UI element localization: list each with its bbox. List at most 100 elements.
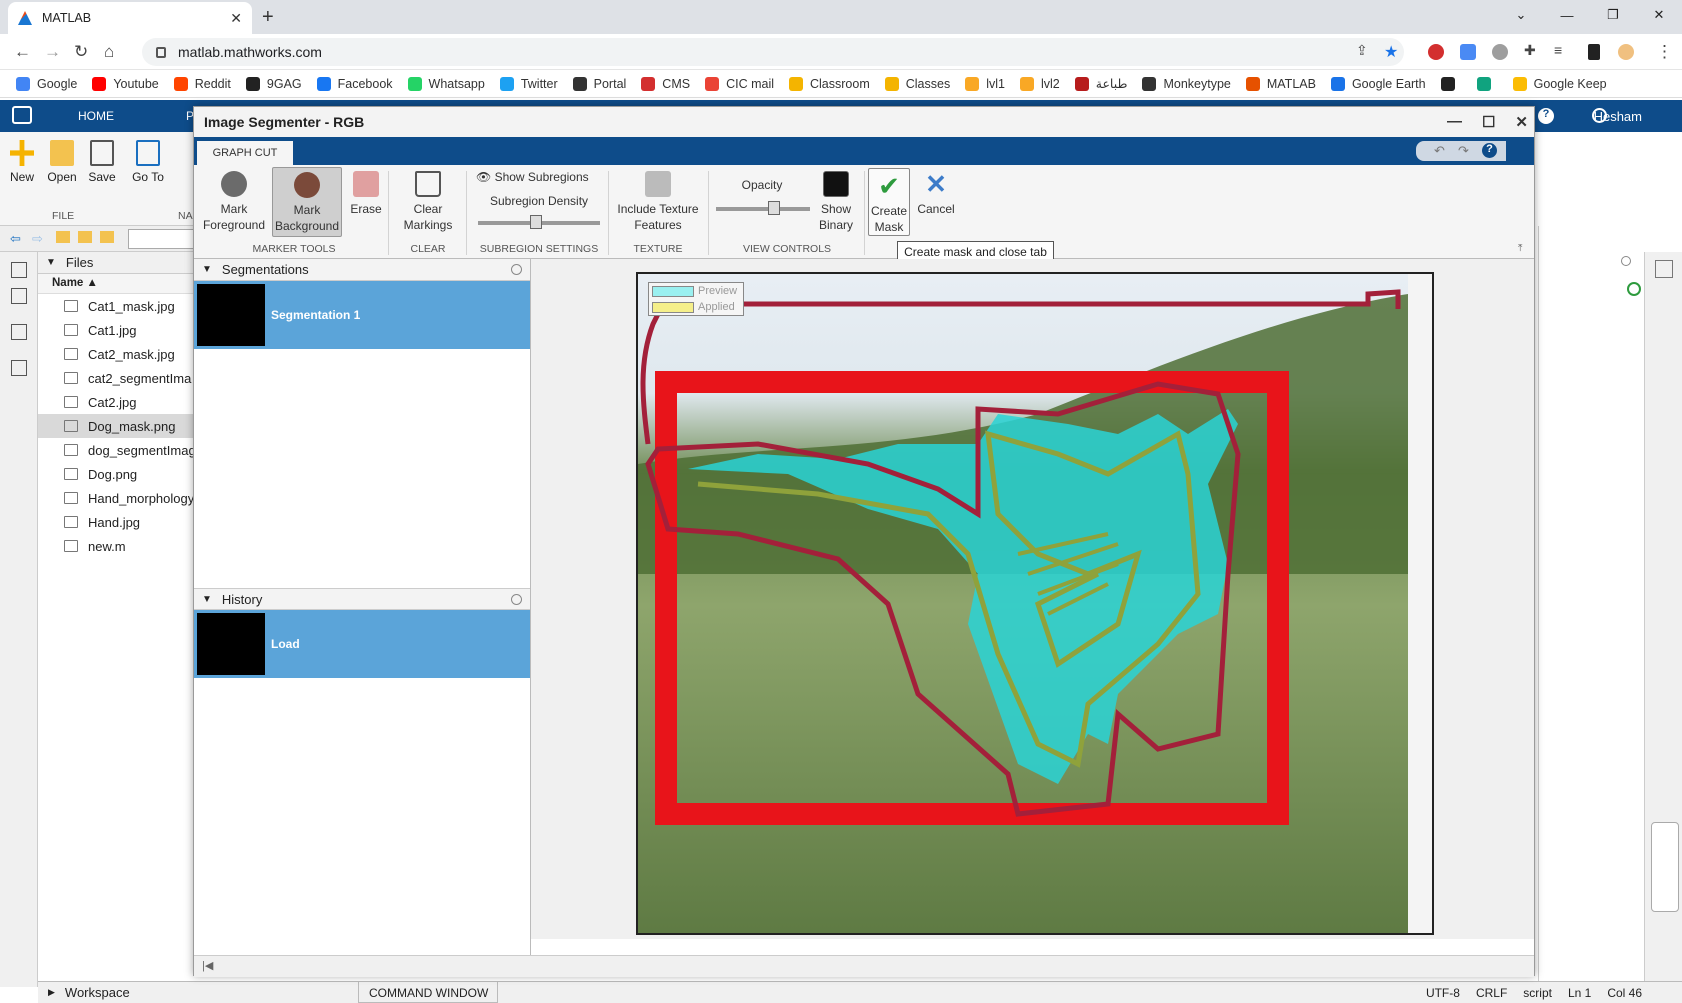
segmenter-minimize-button[interactable]: — — [1447, 113, 1462, 131]
up-folder-icon[interactable] — [56, 231, 70, 243]
tab-graph-cut[interactable]: GRAPH CUT — [197, 141, 293, 165]
file-row[interactable]: Dog.png — [38, 462, 195, 486]
share-icon[interactable]: ⇪ — [1356, 42, 1368, 59]
bookmark-item[interactable]: CIC mail — [705, 76, 774, 91]
close-window-button[interactable]: ✕ — [1636, 0, 1682, 30]
browse-folder-icon[interactable] — [78, 231, 92, 243]
bookmark-item[interactable]: CMS — [641, 76, 690, 91]
panel-close-icon[interactable] — [1621, 256, 1631, 266]
name-column-header[interactable]: Name ▲ — [38, 274, 195, 294]
segmentation-image[interactable]: Preview Applied — [636, 272, 1434, 935]
back-icon[interactable]: ← — [14, 42, 31, 62]
new-button[interactable]: New — [8, 140, 36, 184]
bookmark-item[interactable]: Google — [16, 76, 77, 91]
erase-button[interactable]: Erase — [346, 171, 386, 217]
workspace-panel[interactable]: ▶ Workspace — [38, 981, 358, 1003]
close-tab-icon[interactable]: ✕ — [230, 10, 242, 27]
puzzle-icon[interactable]: ✚ — [1524, 42, 1536, 59]
file-row[interactable]: Cat2.jpg — [38, 390, 195, 414]
clear-markings-button[interactable]: Clear Markings — [394, 171, 462, 233]
forward-arrow-icon[interactable]: ⇨ — [32, 231, 43, 247]
help-icon[interactable]: ? — [1538, 108, 1554, 124]
reading-list-icon[interactable]: ≡ — [1554, 42, 1562, 58]
bookmark-item[interactable]: Google Earth — [1330, 76, 1426, 91]
slider-thumb[interactable] — [768, 201, 780, 215]
bookmark-item[interactable]: lvl2 — [1019, 76, 1060, 91]
bookmark-item[interactable]: Classroom — [789, 76, 870, 91]
bookmark-item[interactable]: MATLAB — [1245, 76, 1316, 91]
tab-home[interactable]: HOME — [78, 109, 114, 123]
close-panel-icon[interactable] — [511, 594, 522, 605]
subregion-density-slider[interactable] — [478, 215, 600, 229]
back-arrow-icon[interactable]: ⇦ — [10, 231, 21, 247]
bookmark-item[interactable]: Google Keep — [1512, 76, 1607, 91]
side-panel-icon[interactable] — [1588, 44, 1600, 60]
path-field[interactable] — [128, 229, 194, 249]
files-view-icon[interactable] — [11, 262, 27, 278]
url-field[interactable]: matlab.mathworks.com — [142, 38, 1404, 66]
bookmark-item[interactable]: Facebook — [316, 76, 393, 91]
undo-icon[interactable]: ↶ — [1434, 143, 1445, 159]
grid-view-icon[interactable] — [11, 288, 27, 304]
bookmark-item[interactable]: 9GAG — [245, 76, 302, 91]
segmenter-maximize-button[interactable]: ☐ — [1482, 113, 1495, 131]
extension-icon[interactable] — [1492, 44, 1508, 60]
save-button[interactable]: Save — [88, 140, 116, 184]
cancel-button[interactable]: ✕ Cancel — [914, 171, 958, 217]
history-icon[interactable] — [11, 360, 27, 376]
mark-background-button[interactable]: Mark Background — [272, 167, 342, 237]
slider-thumb[interactable] — [530, 215, 542, 229]
file-row[interactable]: Hand_morphology — [38, 486, 195, 510]
file-row[interactable]: new.m — [38, 534, 195, 558]
create-mask-button[interactable]: ✔ Create Mask — [868, 168, 910, 236]
user-name[interactable]: Hesham — [1594, 109, 1642, 124]
show-subregions-toggle[interactable]: 👁 Show Subregions — [476, 169, 602, 185]
goto-button[interactable]: Go To — [130, 140, 166, 184]
folder-icon[interactable] — [100, 231, 114, 243]
segmenter-close-button[interactable]: ✕ — [1515, 113, 1528, 131]
open-button[interactable]: Open — [46, 140, 78, 184]
file-row[interactable]: Cat2_mask.jpg — [38, 342, 195, 366]
file-row[interactable]: Cat1.jpg — [38, 318, 195, 342]
bookmark-item[interactable]: Monkeytype — [1142, 76, 1231, 91]
bookmark-item[interactable]: Youtube — [92, 76, 159, 91]
opacity-slider[interactable] — [716, 201, 810, 215]
home-icon[interactable]: ⌂ — [104, 42, 114, 62]
translate-icon[interactable] — [1460, 44, 1476, 60]
collapse-ribbon-icon[interactable]: ⤒ — [1518, 243, 1522, 254]
redo-icon[interactable]: ↷ — [1458, 143, 1469, 159]
reload-icon[interactable]: ↻ — [74, 42, 88, 62]
first-page-icon[interactable]: |◀ — [202, 959, 213, 972]
adblock-icon[interactable] — [1428, 44, 1444, 60]
bookmark-item[interactable]: Whatsapp — [407, 76, 485, 91]
bookmark-item[interactable]: lvl1 — [965, 76, 1005, 91]
file-row[interactable]: cat2_segmentIma — [38, 366, 195, 390]
mark-foreground-button[interactable]: Mark Foreground — [202, 171, 266, 233]
help-icon[interactable]: ? — [1482, 143, 1497, 158]
menu-icon[interactable]: ⋮ — [1656, 42, 1673, 62]
file-row[interactable]: Hand.jpg — [38, 510, 195, 534]
forward-icon[interactable]: → — [44, 42, 61, 62]
profile-avatar[interactable] — [1618, 44, 1634, 60]
bookmark-item[interactable]: طباعة — [1074, 76, 1127, 91]
bookmark-star-icon[interactable]: ★ — [1384, 42, 1398, 62]
bookmark-item[interactable] — [1440, 76, 1462, 91]
minimize-button[interactable]: — — [1544, 0, 1590, 30]
segmentation-item[interactable]: Segmentation 1 — [194, 281, 530, 349]
include-texture-button[interactable]: Include Texture Features — [612, 171, 704, 233]
file-row[interactable]: Cat1_mask.jpg — [38, 294, 195, 318]
tab-search-icon[interactable]: ⌄ — [1498, 0, 1544, 30]
close-panel-icon[interactable] — [511, 264, 522, 275]
browser-tab[interactable]: MATLAB ✕ — [8, 2, 252, 34]
doc-browser-icon[interactable] — [1655, 260, 1673, 278]
file-row[interactable]: dog_segmentImag — [38, 438, 195, 462]
new-tab-button[interactable]: + — [262, 6, 274, 29]
file-row[interactable]: Dog_mask.png — [38, 414, 195, 438]
command-window-tab[interactable]: COMMAND WINDOW — [358, 981, 498, 1003]
bookmark-item[interactable]: Reddit — [173, 76, 231, 91]
bookmark-item[interactable]: Classes — [884, 76, 950, 91]
doc-icon[interactable] — [11, 324, 27, 340]
bookmark-item[interactable]: Twitter — [499, 76, 558, 91]
show-binary-button[interactable]: Show Binary — [814, 171, 858, 233]
bookmark-item[interactable]: Portal — [572, 76, 626, 91]
